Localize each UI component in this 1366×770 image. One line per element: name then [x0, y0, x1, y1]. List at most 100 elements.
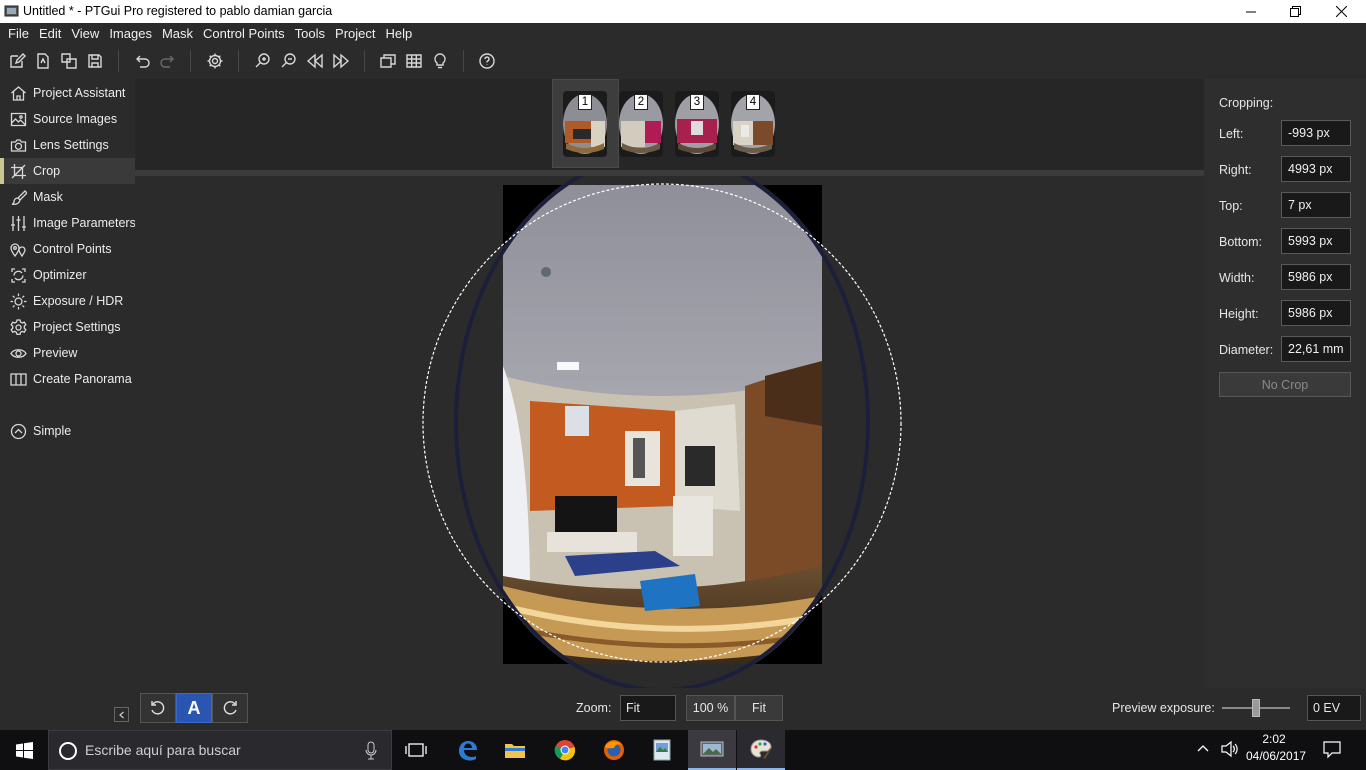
sliders-icon	[11, 215, 26, 231]
sidebar-item-source-images[interactable]: Source Images	[0, 106, 135, 132]
sidebar-item-project-assistant[interactable]: Project Assistant	[0, 80, 135, 106]
help-icon[interactable]	[476, 51, 498, 71]
sidebar-item-control-points[interactable]: Control Points	[0, 236, 135, 262]
sidebar-item-preview[interactable]: Preview	[0, 340, 135, 366]
height-field[interactable]: 5986 px	[1281, 300, 1351, 326]
rotate-right-button[interactable]	[212, 693, 248, 723]
sidebar-item-project-settings[interactable]: Project Settings	[0, 314, 135, 340]
preview-exposure-slider-thumb[interactable]	[1252, 699, 1260, 717]
taskbar-clock[interactable]: 2:02 04/06/2017	[1246, 732, 1306, 763]
zoom-100-button[interactable]: 100 %	[686, 695, 735, 721]
paint-taskbar-button[interactable]	[737, 730, 785, 770]
zoom-in-icon[interactable]	[252, 51, 274, 71]
restore-button[interactable]	[1272, 0, 1318, 23]
zoom-select[interactable]: Fit	[620, 695, 676, 721]
image-thumbnail-3[interactable]: 3	[675, 91, 719, 157]
previous-icon[interactable]	[304, 51, 326, 71]
close-button[interactable]	[1318, 0, 1364, 23]
thumbnail-strip: 1 2 3 4	[135, 79, 1204, 170]
menu-control-points[interactable]: Control Points	[198, 26, 290, 41]
photo-viewer-taskbar-button[interactable]	[638, 730, 686, 770]
thumbnail-number: 4	[746, 94, 760, 110]
taskbar-search-box[interactable]: Escribe aquí para buscar	[48, 730, 392, 770]
sidebar-item-image-parameters[interactable]: Image Parameters	[0, 210, 136, 236]
start-button[interactable]	[0, 730, 48, 770]
panorama-icon	[10, 372, 27, 386]
image-icon	[10, 112, 27, 126]
sun-icon	[10, 293, 27, 309]
zoom-fit-button[interactable]: Fit	[735, 695, 783, 721]
menu-edit[interactable]: Edit	[34, 26, 66, 41]
cropping-heading: Cropping:	[1219, 96, 1274, 110]
rotate-left-button[interactable]	[140, 693, 176, 723]
camera-icon	[10, 138, 27, 152]
preview-exposure-field[interactable]: 0 EV	[1307, 695, 1361, 721]
collapse-sidebar-button[interactable]	[114, 707, 129, 722]
ptgui-taskbar-button[interactable]	[688, 730, 736, 770]
sidebar-item-mask[interactable]: Mask	[0, 184, 135, 210]
task-view-button[interactable]	[392, 730, 440, 770]
new-project-icon[interactable]	[6, 51, 28, 71]
search-placeholder: Escribe aquí para buscar	[85, 742, 241, 758]
firefox-taskbar-button[interactable]	[590, 730, 638, 770]
chrome-taskbar-button[interactable]	[541, 730, 589, 770]
simple-mode-button[interactable]: Simple	[0, 418, 135, 444]
image-thumbnail-2[interactable]: 2	[619, 91, 663, 157]
top-field[interactable]: 7 px	[1281, 192, 1351, 218]
preview-exposure-label: Preview exposure:	[1112, 701, 1215, 715]
menu-view[interactable]: View	[66, 26, 104, 41]
no-crop-button[interactable]: No Crop	[1219, 372, 1351, 397]
edge-taskbar-button[interactable]	[443, 730, 491, 770]
sidebar-item-optimizer[interactable]: Optimizer	[0, 262, 135, 288]
menu-project[interactable]: Project	[330, 26, 380, 41]
sidebar-item-create-panorama[interactable]: Create Panorama	[0, 366, 135, 392]
action-center-button[interactable]	[1322, 739, 1342, 762]
bottom-field[interactable]: 5993 px	[1281, 228, 1351, 254]
lightbulb-icon[interactable]	[429, 51, 451, 71]
bottom-label: Bottom:	[1219, 235, 1263, 249]
left-label: Left:	[1219, 127, 1244, 141]
clock-time: 2:02	[1262, 732, 1286, 746]
panorama-editor-icon[interactable]	[377, 51, 399, 71]
thumbnail-number: 1	[578, 94, 592, 110]
sidebar-item-lens-settings[interactable]: Lens Settings	[0, 132, 135, 158]
open-project-icon[interactable]	[32, 51, 54, 71]
home-icon	[11, 85, 26, 101]
sidebar-item-crop[interactable]: Crop	[0, 158, 135, 184]
undo-icon[interactable]	[131, 51, 153, 71]
right-field[interactable]: 4993 px	[1281, 156, 1351, 182]
thumbnail-number: 2	[634, 94, 648, 110]
image-thumbnail-1[interactable]: 1	[563, 91, 607, 157]
redo-icon[interactable]	[157, 51, 179, 71]
minimize-button[interactable]	[1228, 0, 1274, 23]
width-field[interactable]: 5986 px	[1281, 264, 1351, 290]
toolbar-separator	[118, 50, 119, 72]
menu-mask[interactable]: Mask	[157, 26, 198, 41]
save-icon[interactable]	[84, 51, 106, 71]
volume-button[interactable]	[1220, 740, 1240, 761]
table-icon[interactable]	[403, 51, 425, 71]
file-explorer-taskbar-button[interactable]	[491, 730, 539, 770]
optimizer-icon	[11, 267, 26, 283]
next-icon[interactable]	[330, 51, 352, 71]
speaker-icon	[1221, 740, 1238, 758]
menu-images[interactable]: Images	[104, 26, 157, 41]
sidebar-item-exposure-hdr[interactable]: Exposure / HDR	[0, 288, 135, 314]
settings-icon[interactable]	[204, 51, 226, 71]
sidebar: Project Assistant Source Images Lens Set…	[0, 79, 136, 730]
left-field[interactable]: -993 px	[1281, 120, 1351, 146]
title-bar: Untitled * - PTGui Pro registered to pab…	[0, 0, 1366, 23]
menu-help[interactable]: Help	[381, 26, 418, 41]
crop-canvas[interactable]	[135, 152, 1204, 692]
ptgui-app-icon	[4, 4, 19, 18]
diameter-field[interactable]: 22,61 mm	[1281, 336, 1351, 362]
image-thumbnail-4[interactable]: 4	[731, 91, 775, 157]
menu-file[interactable]: File	[3, 26, 34, 41]
zoom-out-icon[interactable]	[278, 51, 300, 71]
microphone-icon	[365, 741, 377, 760]
menu-tools[interactable]: Tools	[290, 26, 330, 41]
show-hidden-icons-button[interactable]	[1196, 742, 1210, 759]
sidebar-item-label: Create Panorama	[33, 372, 132, 386]
duplicate-icon[interactable]	[58, 51, 80, 71]
auto-crop-button[interactable]: A	[176, 693, 212, 723]
